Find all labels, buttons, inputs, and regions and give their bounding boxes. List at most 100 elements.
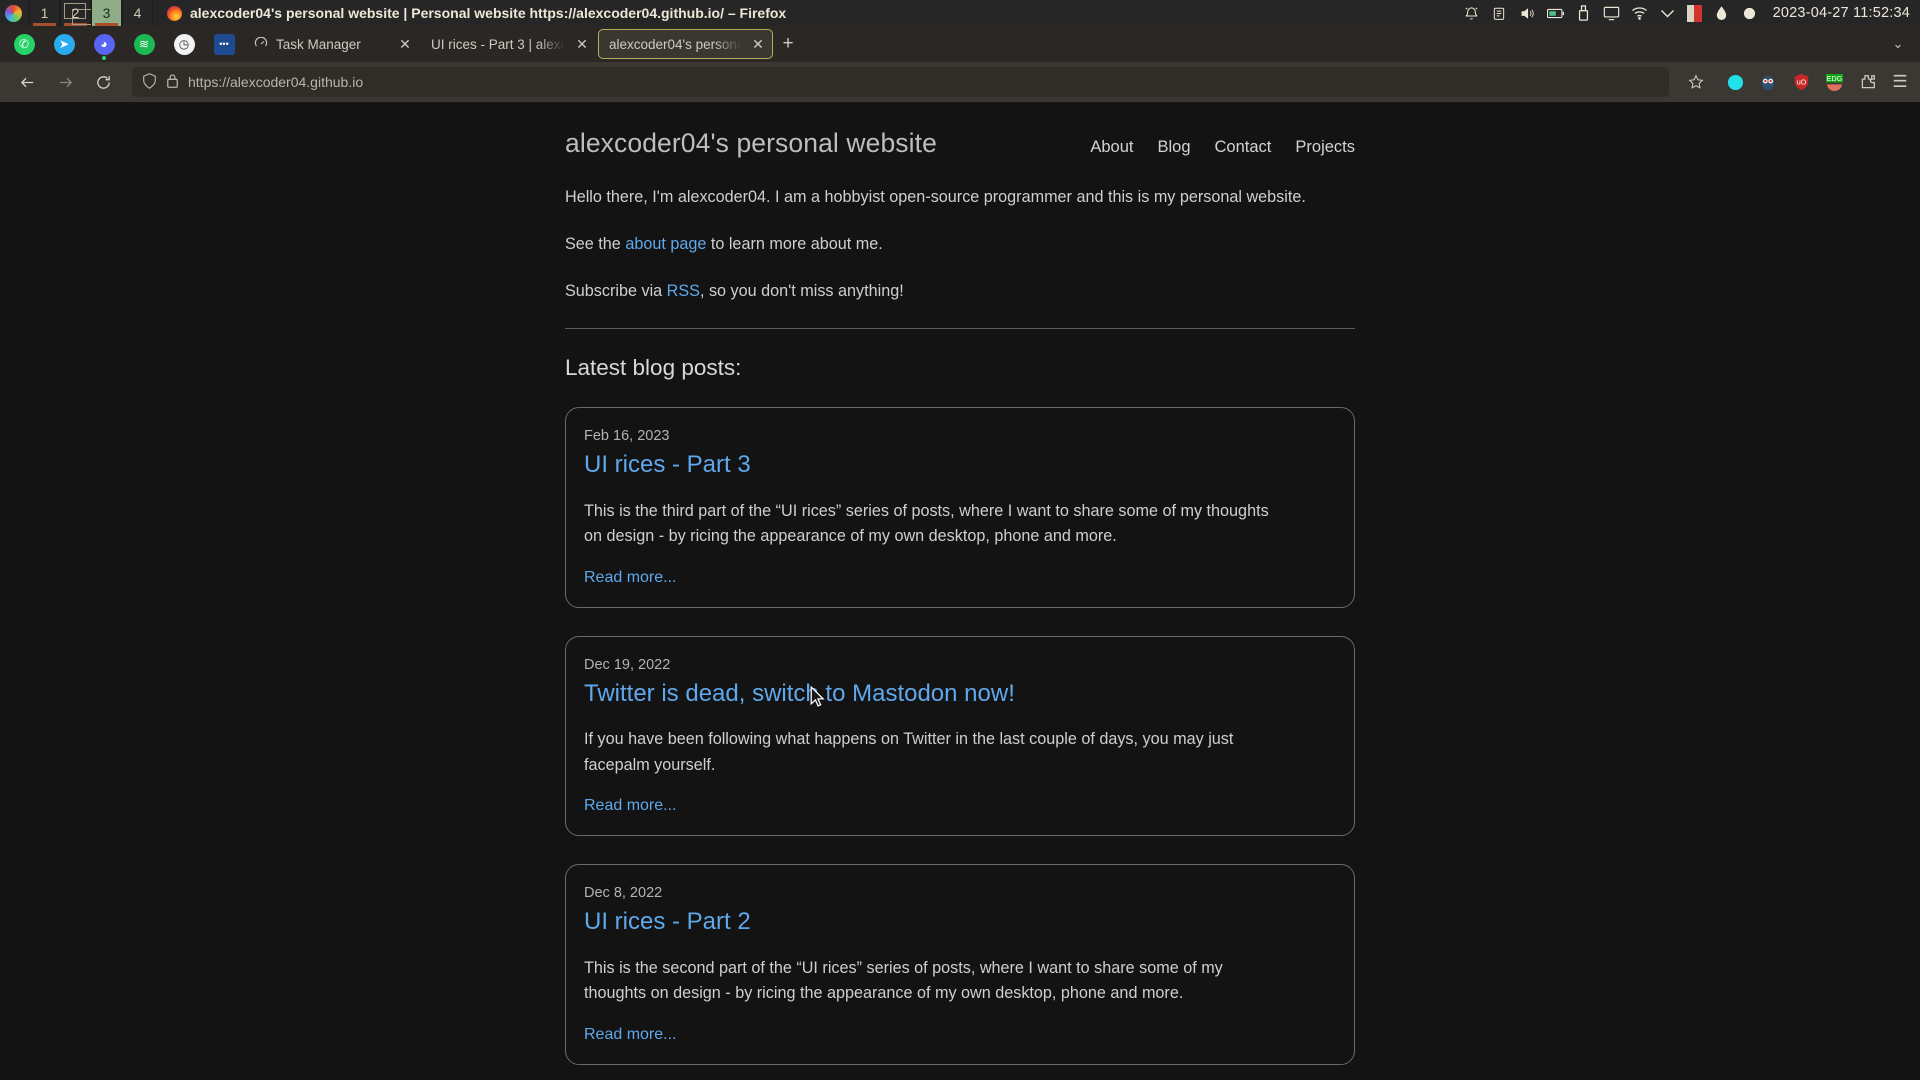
svg-text:EDG: EDG xyxy=(1826,75,1841,83)
workspace-label: 2 xyxy=(71,5,80,21)
browser-tab[interactable]: UI rices - Part 3 | alexcoder04's pers ✕ xyxy=(421,29,596,59)
app-running-indicator xyxy=(102,56,106,60)
tab-label: Task Manager xyxy=(276,36,361,52)
tab-label: UI rices - Part 3 | alexcoder04's pers xyxy=(431,36,567,52)
volume-icon[interactable] xyxy=(1519,5,1536,22)
edge-translate-icon[interactable]: EDG xyxy=(1824,72,1844,92)
post-title-link[interactable]: UI rices - Part 3 xyxy=(584,451,1336,479)
reload-button[interactable] xyxy=(86,67,120,97)
bell-icon[interactable] xyxy=(1463,5,1480,22)
clipboard-icon[interactable] xyxy=(1491,5,1508,22)
browser-tab[interactable]: Task Manager ✕ xyxy=(244,29,419,59)
circle-icon[interactable] xyxy=(1741,5,1758,22)
intro-paragraph: Hello there, I'm alexcoder04. I am a hob… xyxy=(565,188,1306,206)
browser-tab-active[interactable]: alexcoder04's personal website ✕ xyxy=(598,29,773,59)
intro-paragraph: See the about page to learn more about m… xyxy=(565,235,883,254)
discord-icon-glyph: ◕ xyxy=(93,33,115,55)
droplet-icon[interactable] xyxy=(1713,5,1730,22)
firefox-icon xyxy=(167,5,182,21)
telegram-icon-glyph: ➤ xyxy=(53,33,75,55)
tab-close-icon[interactable]: ✕ xyxy=(750,36,766,52)
post-date: Dec 19, 2022 xyxy=(584,656,671,673)
quick-launch-dock[interactable]: ✆ ➤ ◕ ≋ ◷ ••• xyxy=(4,26,244,62)
tab-label: alexcoder04's personal website xyxy=(609,36,743,52)
site-nav-about[interactable]: About xyxy=(1090,138,1133,157)
whatsapp-icon-glyph: ✆ xyxy=(13,33,35,55)
workspace-label: 4 xyxy=(133,5,142,21)
gauge-icon xyxy=(254,36,269,52)
distro-logo-icon[interactable] xyxy=(5,4,22,22)
display-icon[interactable] xyxy=(1603,5,1620,22)
site-header: alexcoder04's personal website About Blog… xyxy=(565,116,1355,185)
workspace-3[interactable]: 3 xyxy=(91,0,122,26)
post-excerpt: This is the second part of the “UI rices… xyxy=(584,958,1223,1003)
window-title-text: alexcoder04's personal website | Persona… xyxy=(190,5,787,21)
shield-icon[interactable] xyxy=(142,72,157,92)
workspace-switcher[interactable]: 1 2 3 4 xyxy=(29,0,153,26)
keyboard-layout-icon[interactable] xyxy=(1686,4,1702,22)
battery-icon[interactable] xyxy=(1546,5,1564,22)
post-title-link[interactable]: Twitter is dead, switch to Mastodon now! xyxy=(584,680,1336,708)
blog-post-card: Dec 8, 2022 UI rices - Part 2 This is the … xyxy=(565,864,1355,1065)
privacy-badger-icon[interactable] xyxy=(1758,72,1778,92)
clock-icon[interactable]: ◷ xyxy=(164,26,204,62)
read-more-link[interactable]: Read more... xyxy=(584,569,676,586)
ublock-origin-icon[interactable]: uO xyxy=(1791,72,1811,92)
workspace-label: 1 xyxy=(40,5,49,21)
wm-status-bar: 1 2 3 4 alexcoder04's personal website | Pe… xyxy=(0,0,1920,26)
workspace-label: 3 xyxy=(102,5,111,21)
blog-post-card: Feb 16, 2023 UI rices - Part 3 This is the… xyxy=(565,407,1355,608)
new-tab-button[interactable]: + xyxy=(773,29,803,59)
spotify-icon-glyph: ≋ xyxy=(133,33,155,55)
clock[interactable]: 2023-04-27 11:52:34 xyxy=(1773,5,1910,21)
post-excerpt: This is the third part of the “UI rices”… xyxy=(584,501,1269,546)
blog-post-card: Dec 19, 2022 Twitter is dead, switch to M… xyxy=(565,635,1355,837)
app-menu-icon[interactable]: ☰ xyxy=(1890,72,1910,92)
posts-heading: Latest blog posts: xyxy=(565,355,742,381)
blog-post-list: Feb 16, 2023 UI rices - Part 3 This is the… xyxy=(565,407,1355,1065)
read-more-link[interactable]: Read more... xyxy=(584,1026,676,1043)
window-collapse-button[interactable]: ⌄ xyxy=(1880,29,1916,59)
intro-paragraphs: Hello there, I'm alexcoder04. I am a hob… xyxy=(565,185,1355,304)
discord-icon[interactable]: ◕ xyxy=(84,26,124,62)
workspace-2[interactable]: 2 xyxy=(60,0,94,26)
tab-close-icon[interactable]: ✕ xyxy=(397,36,413,52)
url-text[interactable]: https://alexcoder04.github.io xyxy=(188,74,1659,90)
tab-close-icon[interactable]: ✕ xyxy=(574,36,590,52)
svg-text:uO: uO xyxy=(1796,78,1806,87)
lock-icon[interactable] xyxy=(166,73,179,91)
whatsapp-icon[interactable]: ✆ xyxy=(4,26,44,62)
post-title-link[interactable]: UI rices - Part 2 xyxy=(584,908,1336,936)
more-apps-icon[interactable]: ••• xyxy=(204,26,244,62)
forward-button[interactable] xyxy=(48,67,82,97)
spotify-icon[interactable]: ≋ xyxy=(124,26,164,62)
divider xyxy=(565,328,1355,330)
container-circle-icon[interactable] xyxy=(1725,72,1745,92)
site-nav-blog[interactable]: Blog xyxy=(1157,138,1190,157)
clock-icon-glyph: ◷ xyxy=(173,33,195,55)
usb-icon[interactable] xyxy=(1575,5,1592,22)
wifi-icon[interactable] xyxy=(1631,5,1648,22)
system-tray[interactable]: 2023-04-27 11:52:34 xyxy=(1463,0,1910,26)
workspace-4[interactable]: 4 xyxy=(122,0,153,26)
tab-strip[interactable]: Task Manager✕UI rices - Part 3 | alexcod… xyxy=(244,29,773,59)
active-window-title: alexcoder04's personal website | Persona… xyxy=(167,5,786,21)
chevron-down-icon[interactable] xyxy=(1659,5,1676,22)
url-bar[interactable]: https://alexcoder04.github.io xyxy=(132,67,1669,97)
extension-icons[interactable]: uO EDG ☰ xyxy=(1725,72,1910,92)
read-more-link[interactable]: Read more... xyxy=(584,797,676,814)
bookmark-star-icon[interactable] xyxy=(1681,67,1711,97)
site-nav-projects[interactable]: Projects xyxy=(1295,138,1355,157)
inline-link-about-page[interactable]: about page xyxy=(625,235,706,253)
post-date: Dec 8, 2022 xyxy=(584,885,663,902)
web-page-viewport: alexcoder04's personal website About Blog… xyxy=(0,102,1920,1080)
more-apps-icon-glyph: ••• xyxy=(213,33,235,55)
site-nav[interactable]: About Blog Contact Projects xyxy=(1090,138,1355,157)
puzzle-extensions-icon[interactable] xyxy=(1857,72,1877,92)
workspace-1[interactable]: 1 xyxy=(29,0,60,26)
back-button[interactable] xyxy=(10,67,44,97)
telegram-icon[interactable]: ➤ xyxy=(44,26,84,62)
site-title: alexcoder04's personal website xyxy=(565,128,937,158)
site-nav-contact[interactable]: Contact xyxy=(1215,138,1272,157)
inline-link-rss[interactable]: RSS xyxy=(667,282,700,300)
